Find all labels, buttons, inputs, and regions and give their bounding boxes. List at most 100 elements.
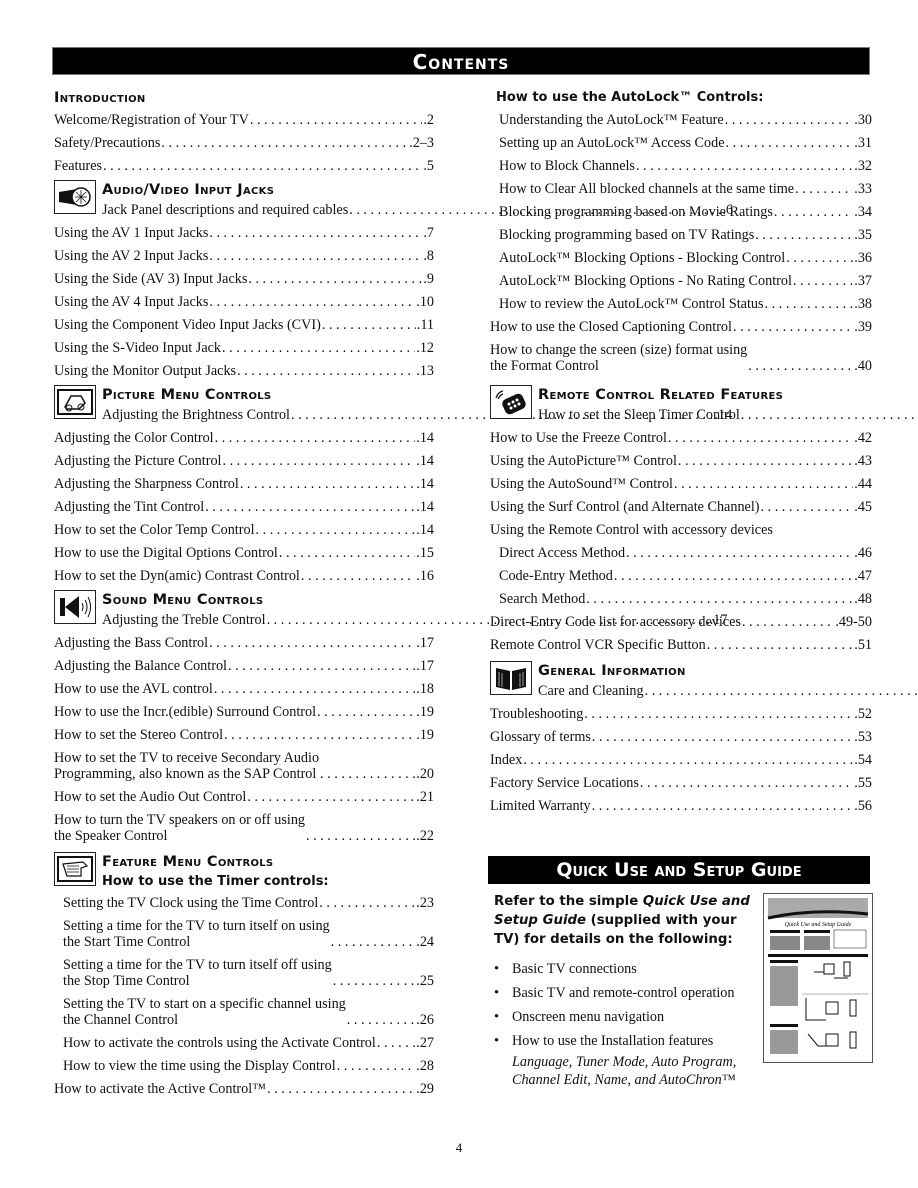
bullet-item: • Basic TV connections: [494, 961, 637, 977]
toc-entry[interactable]: How to view the time using the Display C…: [54, 1055, 434, 1078]
entry-page: .44: [854, 476, 872, 492]
toc-entry[interactable]: How to set the Color Temp Control .14: [54, 518, 434, 541]
section-general: General Information Care and Cleaning.52: [490, 660, 872, 703]
toc-entry[interactable]: Troubleshooting .52: [490, 702, 872, 725]
toc-entry[interactable]: Setting the TV Clock using the Time Cont…: [54, 892, 434, 915]
toc-entry[interactable]: Using the S-Video Input Jack .12: [54, 337, 434, 360]
toc-entry[interactable]: Adjusting the Tint Control .14: [54, 495, 434, 518]
toc-entry[interactable]: Safety/Precautions .2–3: [54, 131, 434, 154]
entry-page: .29: [416, 1081, 434, 1097]
toc-entry[interactable]: Using the AV 4 Input Jacks .10: [54, 291, 434, 314]
toc-entry[interactable]: How to review the AutoLock™ Control Stat…: [490, 292, 872, 315]
entry-page: .13: [416, 363, 434, 379]
dot-leader: [741, 407, 918, 423]
entry-page: .49-50: [835, 614, 872, 630]
dot-leader: [301, 568, 415, 584]
dot-leader: [523, 752, 853, 768]
toc-entry[interactable]: How to activate the Active Control™ .29: [54, 1078, 434, 1101]
toc-entry[interactable]: Setting a time for the TV to turn itself…: [54, 915, 434, 954]
toc-entry[interactable]: How to use the Digital Options Control .1…: [54, 541, 434, 564]
toc-entry[interactable]: How to use the Closed Captioning Control…: [490, 315, 872, 338]
dot-leader: [707, 637, 854, 653]
toc-entry[interactable]: How to Use the Freeze Control .42: [490, 427, 872, 450]
toc-entry[interactable]: Blocking programming based on TV Ratings…: [490, 223, 872, 246]
speaker-icon: [54, 590, 96, 624]
toc-entry[interactable]: Factory Service Locations .55: [490, 771, 872, 794]
toc-entry[interactable]: How to Clear All blocked channels at the…: [490, 177, 872, 200]
toc-entry[interactable]: Adjusting the Sharpness Control .14: [54, 472, 434, 495]
toc-entry[interactable]: How to set the Audio Out Control .21: [54, 786, 434, 809]
toc-entry[interactable]: Using the Surf Control (and Alternate Ch…: [490, 496, 872, 519]
open-book-icon: [490, 660, 532, 695]
entry-title: How to activate the controls using the A…: [63, 1035, 376, 1051]
toc-entry[interactable]: How to use the Incr.(edible) Surround Co…: [54, 701, 434, 724]
toc-entry[interactable]: Using the Monitor Output Jacks .13: [54, 360, 434, 383]
toc-entry[interactable]: How to turn the TV speakers on or off us…: [54, 809, 434, 848]
toc-entry[interactable]: Code-Entry Method .47: [490, 565, 872, 588]
section-feature: Feature Menu Controls How to use the Tim…: [54, 851, 434, 892]
toc-entry[interactable]: How to set the TV to receive Secondary A…: [54, 747, 434, 786]
toc-entry[interactable]: Direct Access Method .46: [490, 542, 872, 565]
toc-entry[interactable]: How to change the screen (size) format u…: [490, 338, 872, 377]
entry-page: .46: [854, 545, 872, 561]
toc-entry[interactable]: Index .54: [490, 748, 872, 771]
toc-entry[interactable]: Limited Warranty .56: [490, 794, 872, 817]
entry-title: Using the AV 2 Input Jacks: [54, 248, 209, 264]
toc-entry[interactable]: How to set the Dyn(amic) Contrast Contro…: [54, 564, 434, 587]
toc-entry[interactable]: How to Block Channels .32: [490, 154, 872, 177]
toc-entry[interactable]: Using the AutoPicture™ Control .43: [490, 450, 872, 473]
toc-entry[interactable]: Adjusting the Color Control .14: [54, 426, 434, 449]
entry-title: Adjusting the Treble Control: [102, 612, 266, 628]
entry-page: .14: [416, 498, 434, 515]
entry-page: .15: [416, 544, 434, 561]
toc-entry[interactable]: Using the AutoSound™ Control .44: [490, 473, 872, 496]
entry-title: How to view the time using the Display C…: [63, 1058, 336, 1074]
section-picture: Picture Menu Controls Adjusting the Brig…: [54, 384, 732, 427]
toc-entry[interactable]: Setting a time for the TV to turn itself…: [54, 954, 434, 993]
quick-use-bullets: • Basic TV connections • Basic TV and remo…: [494, 957, 756, 1053]
toc-entry[interactable]: Using the Remote Control with accessory …: [490, 519, 872, 542]
entry-title: AutoLock™ Blocking Options - No Rating C…: [499, 272, 792, 289]
toc-entry[interactable]: Search Method .48: [490, 588, 872, 611]
toc-entry[interactable]: Adjusting the Bass Control .17: [54, 632, 434, 655]
toc-entry[interactable]: AutoLock™ Blocking Options - Blocking Co…: [490, 246, 872, 269]
entry-title: Index: [490, 751, 523, 768]
toc-entry[interactable]: How to use the AVL control .18: [54, 678, 434, 701]
dot-leader: [761, 499, 854, 515]
toc-entry[interactable]: Remote Control VCR Specific Button .51: [490, 634, 872, 657]
entry-title: How to Clear All blocked channels at the…: [499, 180, 795, 197]
entry-page: .37: [854, 272, 872, 289]
toc-entry[interactable]: How to activate the controls using the A…: [54, 1032, 434, 1055]
toc-entry[interactable]: AutoLock™ Blocking Options - No Rating C…: [490, 269, 872, 292]
toc-entry[interactable]: How to set the Sleep Timer Control.41: [538, 405, 918, 427]
toc-entry[interactable]: Setting the TV to start on a specific ch…: [54, 993, 434, 1032]
section-title-remote: Remote Control Related Features: [538, 387, 784, 403]
toc-entry[interactable]: Using the Component Video Input Jacks (C…: [54, 314, 434, 337]
entry-title: Code-Entry Method: [499, 568, 613, 584]
toc-entry[interactable]: Direct-Entry Code list for accessory dev…: [490, 611, 872, 634]
sound-list: Adjusting the Bass Control.17Adjusting t…: [54, 632, 434, 848]
toc-entry[interactable]: Using the Side (AV 3) Input Jacks .9: [54, 268, 434, 291]
toc-entry[interactable]: Adjusting the Picture Control .14: [54, 449, 434, 472]
dot-leader: [228, 658, 415, 674]
autolock-subtitle: How to use the AutoLock™ Controls:: [496, 90, 764, 105]
page-number: 4: [455, 1140, 463, 1155]
entry-title: How to set the Audio Out Control: [54, 789, 247, 805]
entry-page: .23: [416, 895, 434, 911]
toc-entry[interactable]: Setting up an AutoLock™ Access Code .31: [490, 131, 872, 154]
toc-entry[interactable]: Care and Cleaning.52: [538, 681, 918, 703]
toc-entry[interactable]: Adjusting the Balance Control .17: [54, 655, 434, 678]
toc-entry[interactable]: Glossary of terms .53: [490, 725, 872, 748]
dot-leader: [592, 798, 854, 814]
toc-entry[interactable]: Using the AV 2 Input Jacks .8: [54, 245, 434, 268]
entry-title: Using the Component Video Input Jacks (C…: [54, 317, 321, 333]
toc-entry[interactable]: Understanding the AutoLock™ Feature .30: [490, 108, 872, 131]
entry-title: How to set the Dyn(amic) Contrast Contro…: [54, 567, 300, 584]
toc-entry[interactable]: Blocking programming based on Movie Rati…: [490, 200, 872, 223]
entry-page: .56: [854, 797, 872, 814]
toc-entry[interactable]: Welcome/Registration of Your TV .2: [54, 108, 434, 131]
entry-title: Care and Cleaning: [538, 682, 644, 699]
toc-entry[interactable]: Features .5: [54, 154, 434, 177]
toc-entry[interactable]: How to set the Stereo Control .19: [54, 724, 434, 747]
toc-entry[interactable]: Using the AV 1 Input Jacks .7: [54, 222, 434, 245]
